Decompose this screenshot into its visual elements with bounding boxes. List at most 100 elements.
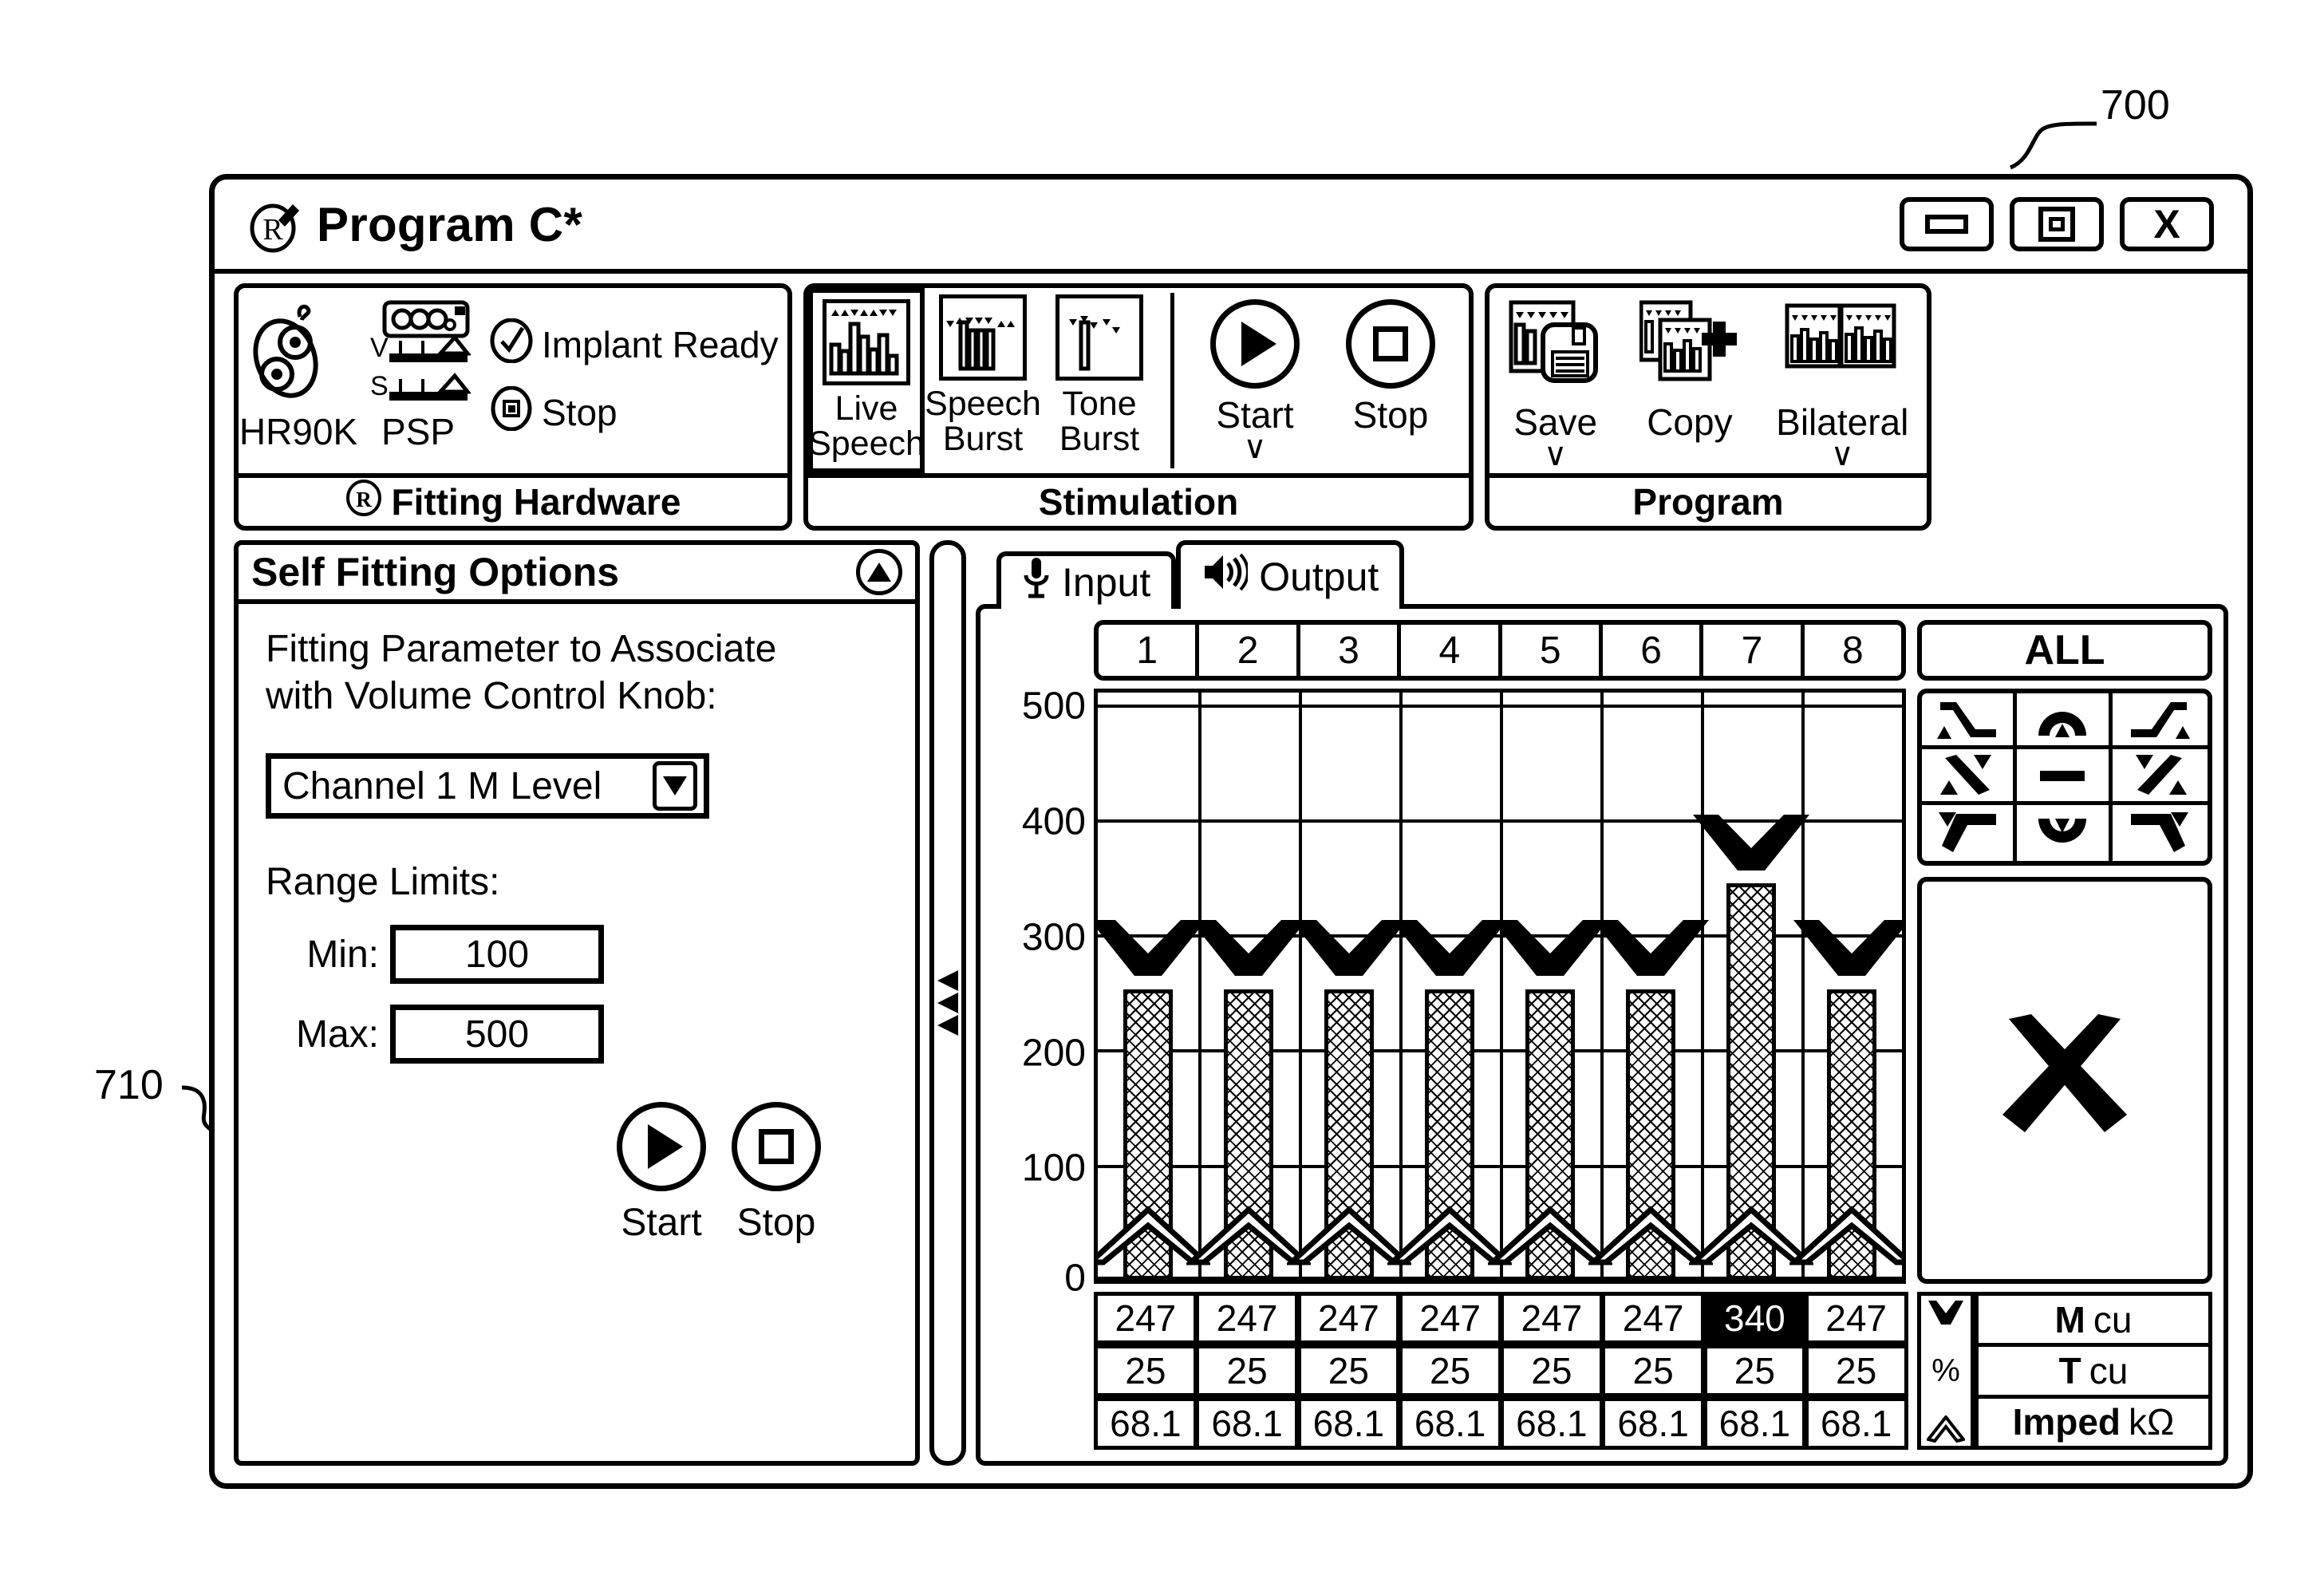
close-button[interactable]: X <box>2120 197 2214 251</box>
channel-header-7[interactable]: 7 <box>1703 625 1805 676</box>
t-cu-cell-4[interactable]: 25 <box>1398 1344 1502 1397</box>
imped-cell-6[interactable]: 68.1 <box>1601 1397 1705 1450</box>
min-input[interactable]: 100 <box>390 925 604 985</box>
t-cu-cell-2[interactable]: 25 <box>1195 1344 1299 1397</box>
arch-up-icon[interactable] <box>2017 693 2113 749</box>
tone-burst-icon <box>1055 294 1143 381</box>
m-cu-cell-7[interactable]: 340 <box>1703 1292 1807 1344</box>
table-row: 25 25 25 25 25 25 25 25 <box>1094 1344 1908 1397</box>
m-cu-cell-6[interactable]: 247 <box>1601 1292 1705 1344</box>
t-cu-cell-6[interactable]: 25 <box>1601 1344 1705 1397</box>
channel-lane-3[interactable] <box>1287 693 1411 1280</box>
channel-lane-2[interactable] <box>1186 693 1311 1280</box>
m-level-marker-8[interactable] <box>1792 918 1906 977</box>
m-cu-cell-5[interactable]: 247 <box>1500 1292 1604 1344</box>
stim-button-speech-burst[interactable]: Speech Burst <box>925 288 1041 473</box>
t-cu-cell-3[interactable]: 25 <box>1296 1344 1401 1397</box>
svg-text:S: S <box>370 371 389 401</box>
t-cu-cell-1[interactable]: 25 <box>1094 1344 1198 1397</box>
m-level-marker-7[interactable] <box>1691 813 1811 872</box>
panel-splitter[interactable] <box>929 540 966 1466</box>
t-cu-cell-7[interactable]: 25 <box>1703 1344 1807 1397</box>
channel-lane-6[interactable] <box>1588 693 1713 1280</box>
program-copy-button[interactable]: Copy <box>1639 299 1740 464</box>
channel-lane-4[interactable] <box>1387 693 1512 1280</box>
stim-button-tone-burst[interactable]: Tone Burst <box>1041 288 1158 473</box>
y-tick-200: 200 <box>1021 1032 1086 1075</box>
status-stop[interactable]: Stop <box>489 385 779 440</box>
mute-button[interactable] <box>1917 877 2212 1284</box>
ramp-down-left-icon[interactable] <box>1922 693 2018 749</box>
step-down-icon[interactable] <box>1922 805 2018 861</box>
chevron-down-icon[interactable]: ∨ <box>1544 439 1567 471</box>
implant-coil-icon <box>251 299 346 405</box>
device-psp[interactable]: V S PSP <box>358 299 478 453</box>
y-tick-100: 100 <box>1021 1147 1086 1190</box>
row-label-t-cu: Tcu <box>1975 1343 2212 1399</box>
stim-stop-button[interactable]: Stop <box>1323 288 1458 436</box>
channel-header-2[interactable]: 2 <box>1199 625 1300 676</box>
m-cu-cell-3[interactable]: 247 <box>1296 1292 1401 1344</box>
ribbon-group-stimulation: Live Speech Speech Burst Tone Burst Star… <box>803 283 1474 531</box>
max-label: Max: <box>295 1013 379 1056</box>
tab-input[interactable]: Input <box>996 551 1177 609</box>
table-row: 247 247 247 247 247 247 340 247 <box>1094 1292 1908 1344</box>
channel-lane-7[interactable] <box>1689 693 1813 1280</box>
arch-down-icon[interactable] <box>2017 805 2113 861</box>
program-bilateral-button[interactable]: Bilateral ∨ <box>1776 299 1908 471</box>
chevron-down-icon[interactable]: ∨ <box>1831 439 1854 471</box>
imped-cell-3[interactable]: 68.1 <box>1296 1397 1401 1450</box>
imped-cell-2[interactable]: 68.1 <box>1195 1397 1299 1450</box>
channel-header-8[interactable]: 8 <box>1805 625 1901 676</box>
channel-header-6[interactable]: 6 <box>1603 625 1704 676</box>
m-cu-cell-4[interactable]: 247 <box>1398 1292 1502 1344</box>
step-up-icon[interactable] <box>2113 805 2208 861</box>
minimize-button[interactable] <box>1900 197 1994 251</box>
chevron-down-icon[interactable] <box>653 761 697 811</box>
channel-lane-5[interactable] <box>1488 693 1612 1280</box>
channel-header-4[interactable]: 4 <box>1401 625 1502 676</box>
splitter-grip-icon <box>937 970 958 1036</box>
svg-text:V: V <box>370 333 389 363</box>
program-save-button[interactable]: Save ∨ <box>1508 299 1604 471</box>
channel-lane-1[interactable] <box>1098 693 1210 1280</box>
flat-icon[interactable] <box>2017 749 2113 805</box>
device-hr90k[interactable]: HR90K <box>239 299 358 453</box>
m-cu-cell-2[interactable]: 247 <box>1195 1292 1299 1344</box>
chevron-down-icon[interactable]: ∨ <box>1243 432 1266 464</box>
m-level-marker-6[interactable] <box>1591 918 1710 977</box>
range-limits-label: Range Limits: <box>266 861 500 904</box>
all-channels-button[interactable]: ALL <box>1917 620 2212 681</box>
channel-lane-8[interactable] <box>1789 693 1902 1280</box>
ramp-up-right-icon[interactable] <box>2112 693 2208 749</box>
imped-cell-5[interactable]: 68.1 <box>1500 1397 1604 1450</box>
minimize-icon <box>1925 215 1968 234</box>
stim-start-button[interactable]: Start ∨ <box>1187 288 1323 464</box>
channel-plot-column: 1 2 3 4 5 6 7 8 500 400 300 200 100 0 <box>992 620 1906 1299</box>
self-fitting-start-button[interactable]: Start <box>617 1102 706 1245</box>
channel-header-3[interactable]: 3 <box>1300 625 1402 676</box>
tilt-up-icon[interactable] <box>2112 749 2208 805</box>
channel-header-5[interactable]: 5 <box>1502 625 1603 676</box>
channel-header-1[interactable]: 1 <box>1099 625 1200 676</box>
tilt-down-icon[interactable] <box>1922 749 2018 805</box>
fitting-parameter-select[interactable]: Channel 1 M Level <box>266 753 709 819</box>
m-cu-cell-8[interactable]: 247 <box>1804 1292 1908 1344</box>
t-cu-cell-5[interactable]: 25 <box>1500 1344 1604 1397</box>
imped-cell-7[interactable]: 68.1 <box>1703 1397 1807 1450</box>
t-level-marker-8[interactable] <box>1789 1205 1906 1267</box>
imped-cell-1[interactable]: 68.1 <box>1094 1397 1198 1450</box>
self-fitting-stop-button[interactable]: Stop <box>732 1102 821 1245</box>
y-tick-500: 500 <box>1021 685 1086 728</box>
max-input[interactable]: 500 <box>390 1005 604 1064</box>
imped-cell-8[interactable]: 68.1 <box>1804 1397 1908 1450</box>
maximize-button[interactable] <box>2010 197 2104 251</box>
tab-output[interactable]: Output <box>1176 540 1405 609</box>
self-fitting-actions: Start Stop <box>266 1102 888 1245</box>
collapse-up-icon[interactable] <box>856 549 902 595</box>
m-cu-cell-1[interactable]: 247 <box>1094 1292 1198 1344</box>
stim-button-live-speech[interactable]: Live Speech <box>808 288 925 473</box>
t-cu-cell-8[interactable]: 25 <box>1804 1344 1908 1397</box>
percent-stepper[interactable]: % <box>1917 1292 1975 1450</box>
imped-cell-4[interactable]: 68.1 <box>1398 1397 1502 1450</box>
